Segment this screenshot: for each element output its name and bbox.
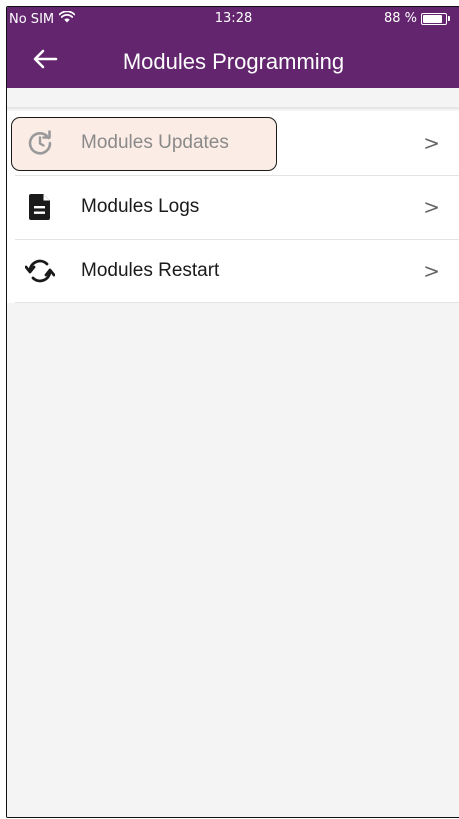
- status-right: 88 %: [384, 11, 450, 26]
- content-area: Modules Updates > Modules Logs > Modules…: [7, 88, 459, 817]
- battery-percent: 88 %: [383, 11, 417, 26]
- menu-item-label: Modules Restart: [81, 260, 220, 281]
- chevron-right-icon: >: [423, 259, 440, 283]
- update-clock-icon: [25, 128, 55, 158]
- chevron-right-icon: >: [423, 195, 440, 219]
- modules-menu-list: Modules Updates > Modules Logs > Modules…: [7, 111, 459, 303]
- menu-item-modules-logs[interactable]: Modules Logs >: [7, 175, 459, 239]
- status-bar: No SIM 13:28 88 %: [7, 7, 459, 31]
- battery-body: [421, 12, 447, 25]
- app-frame: No SIM 13:28 88 % Modules Programming Mo…: [6, 6, 459, 818]
- restart-icon: [25, 256, 55, 286]
- document-icon: [25, 192, 55, 222]
- menu-item-label: Modules Updates: [81, 132, 229, 153]
- menu-item-modules-restart[interactable]: Modules Restart >: [7, 239, 459, 303]
- battery-tip: [448, 16, 450, 21]
- page-title: Modules Programming: [122, 49, 345, 74]
- chevron-right-icon: >: [423, 131, 440, 155]
- top-spacer: [7, 88, 459, 109]
- menu-item-label: Modules Logs: [81, 196, 200, 217]
- battery-icon: [421, 12, 450, 25]
- battery-fill: [423, 14, 443, 23]
- menu-item-modules-updates[interactable]: Modules Updates >: [7, 111, 459, 175]
- app-header: No SIM 13:28 88 % Modules Programming: [7, 7, 459, 88]
